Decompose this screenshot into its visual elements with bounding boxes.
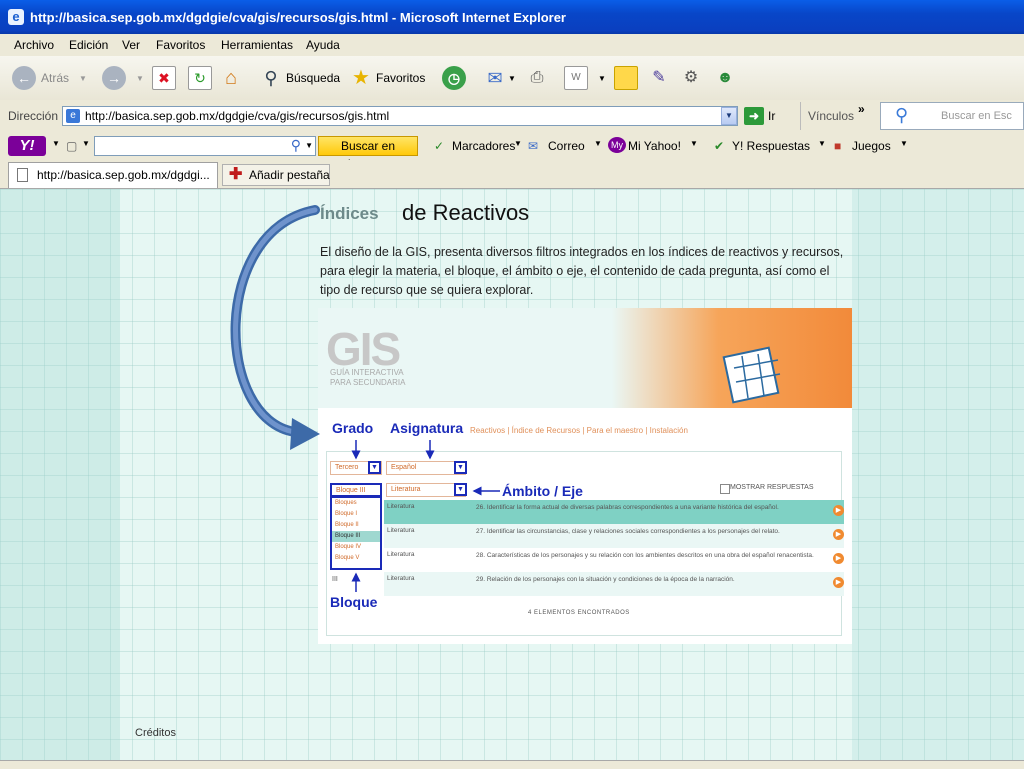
- credits-link[interactable]: Créditos: [135, 727, 176, 739]
- curved-arrow-icon: [230, 205, 320, 450]
